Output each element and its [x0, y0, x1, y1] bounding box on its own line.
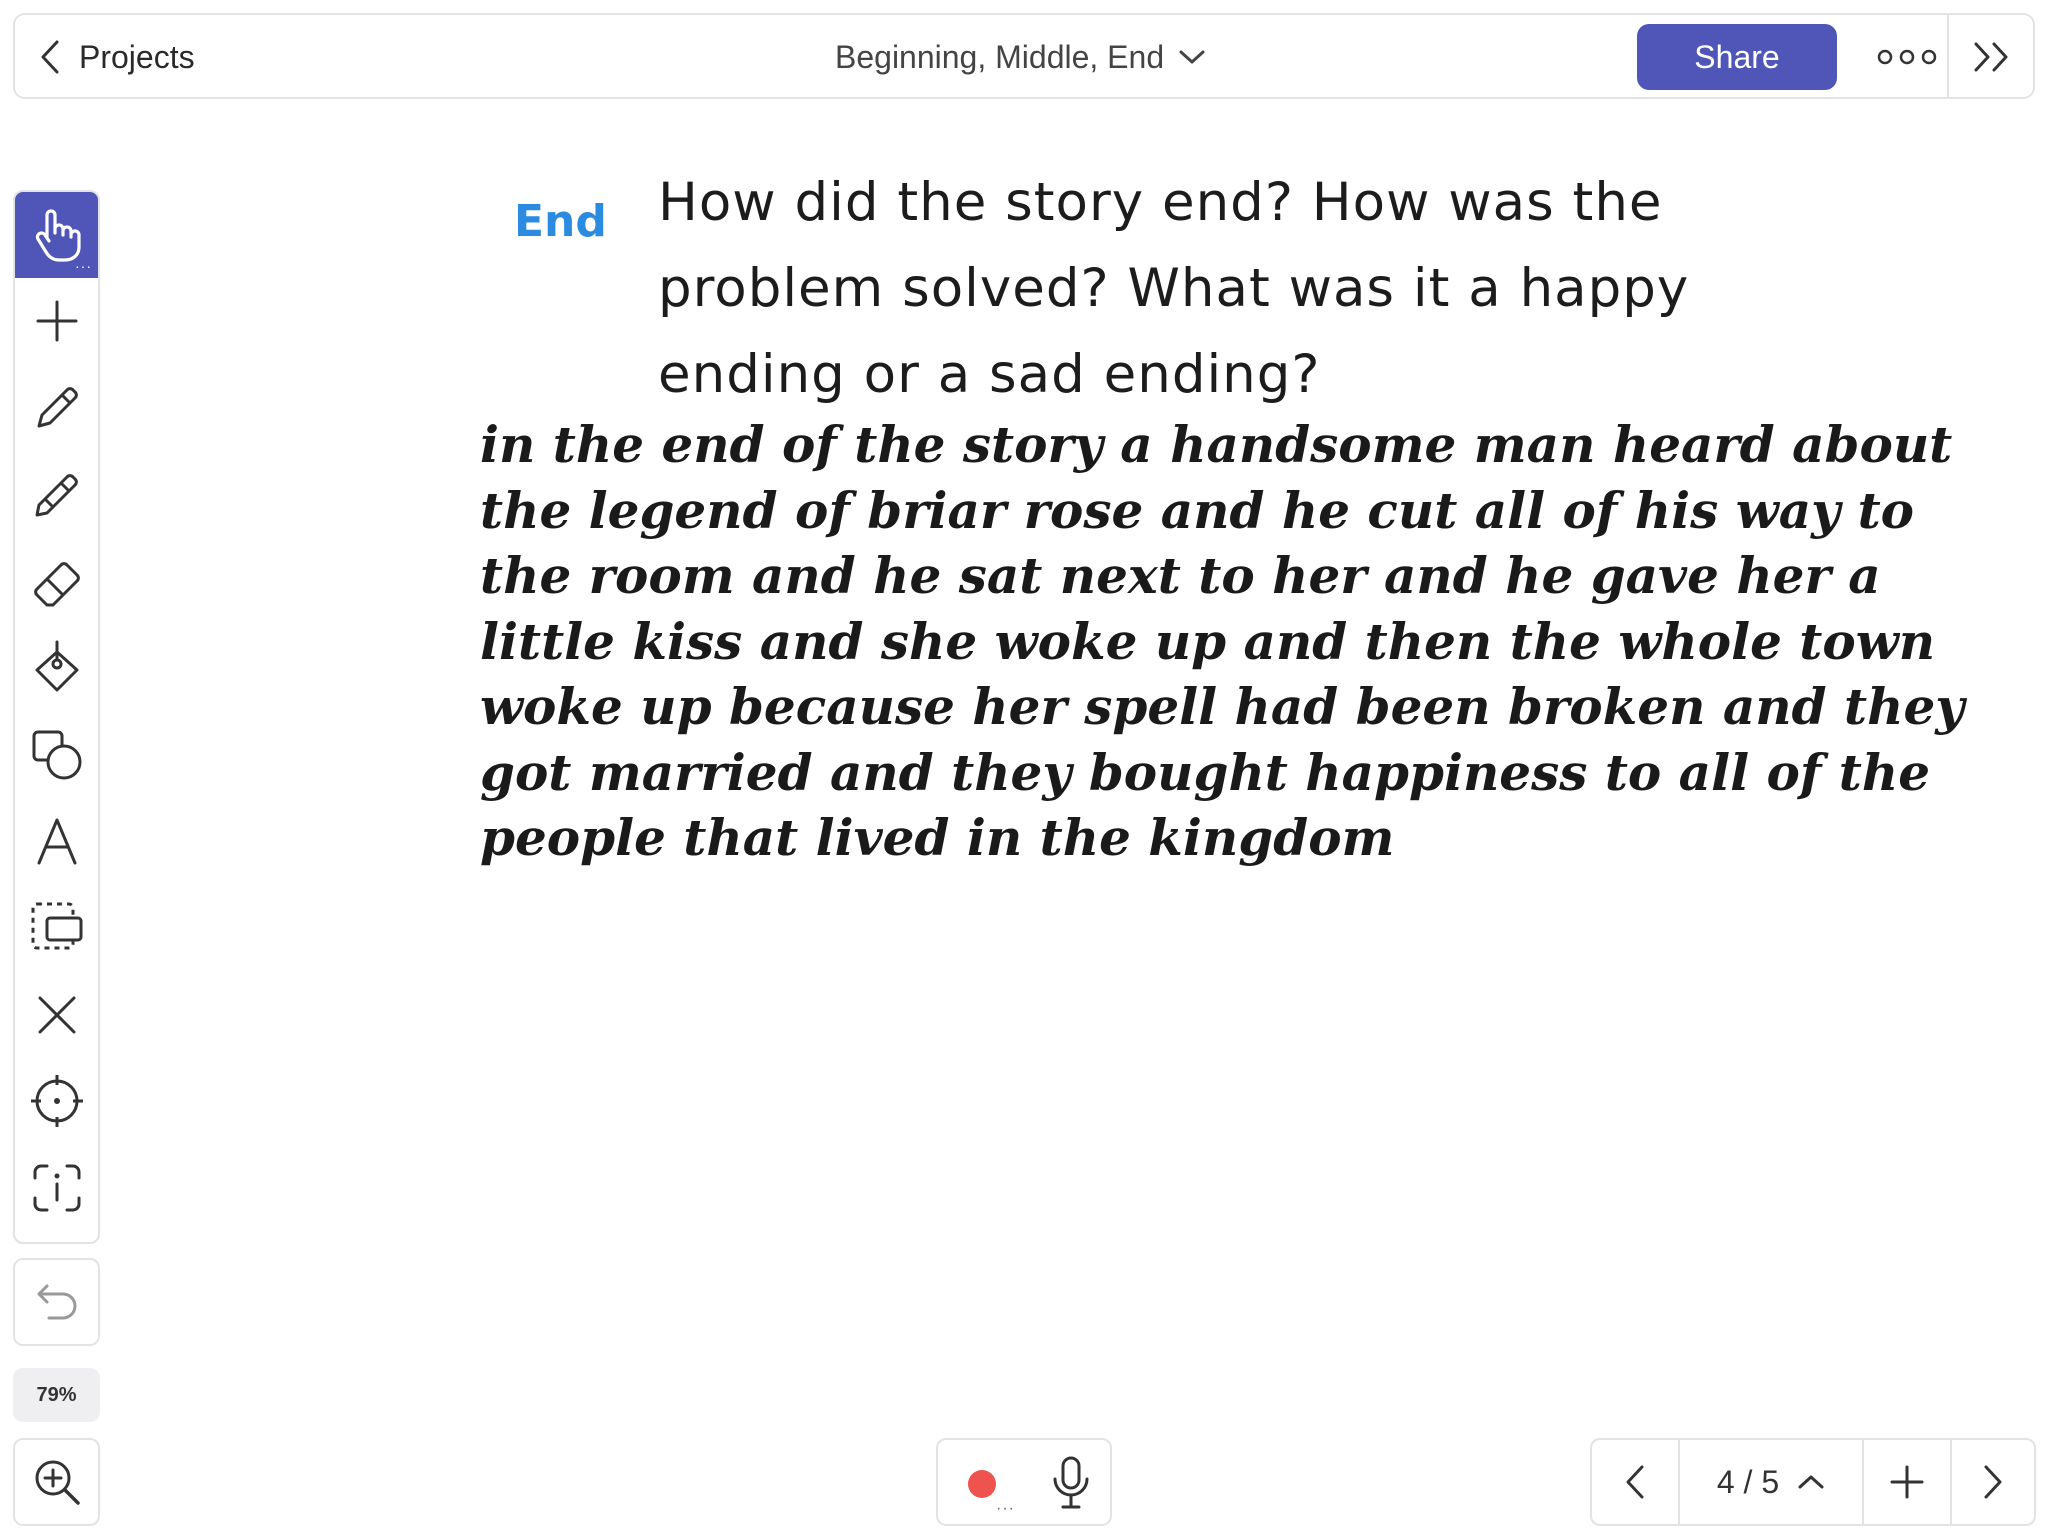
- microphone-button[interactable]: [1046, 1450, 1096, 1516]
- zoom-in-button[interactable]: [13, 1438, 100, 1526]
- recorder-options-dots[interactable]: ···: [996, 1500, 1015, 1518]
- response-line: in the end of the story a handsome man h…: [480, 415, 1953, 474]
- tool-options-dots: ···: [75, 258, 92, 274]
- marker-icon: [35, 474, 78, 517]
- select-tool-button[interactable]: [15, 885, 98, 971]
- response-line: the room and he sat next to her and he g…: [480, 546, 1881, 605]
- zoom-in-icon: [35, 1460, 80, 1505]
- info-tool-button[interactable]: [15, 1145, 98, 1231]
- project-title-dropdown[interactable]: Beginning, Middle, End: [835, 15, 1206, 99]
- next-page-button[interactable]: [1952, 1440, 2034, 1524]
- more-dots-icon: [1877, 49, 1937, 65]
- info-icon: [33, 1164, 80, 1212]
- chevron-down-icon: [1179, 50, 1205, 64]
- chevron-left-icon: [41, 40, 59, 74]
- response-line: the legend of briar rose and he cut all …: [480, 480, 1915, 540]
- prompt-line: problem solved? What was it a happy: [658, 258, 1690, 319]
- response-line: little kiss and she woke up and then the…: [480, 611, 1936, 671]
- lasso-select-icon: [31, 902, 82, 950]
- zoom-level-indicator[interactable]: 79%: [13, 1368, 100, 1422]
- fill-tool-button[interactable]: [15, 625, 98, 711]
- shapes-icon: [32, 730, 81, 780]
- text-icon: [37, 818, 76, 865]
- response-line: woke up because her spell had been broke…: [480, 677, 1965, 736]
- tool-palette: ···: [13, 190, 100, 1244]
- plus-icon: [36, 300, 77, 342]
- undo-button[interactable]: [13, 1258, 100, 1346]
- previous-page-button[interactable]: [1592, 1440, 1678, 1524]
- question-prompt: How did the story end? How was the probl…: [658, 160, 1758, 418]
- more-options-button[interactable]: [1867, 15, 1947, 99]
- prompt-line: How did the story end? How was the: [658, 172, 1663, 233]
- pencil-icon: [37, 387, 78, 428]
- add-tool-button[interactable]: [15, 278, 98, 364]
- share-button[interactable]: Share: [1637, 24, 1837, 90]
- back-label: Projects: [79, 38, 195, 75]
- response-line: people that lived in the kingdom: [480, 808, 1395, 867]
- marker-tool-button[interactable]: [15, 452, 98, 538]
- close-icon: [38, 996, 75, 1034]
- delete-tool-button[interactable]: [15, 972, 98, 1058]
- prompt-line: ending or a sad ending?: [658, 344, 1321, 405]
- chevron-left-icon: [1626, 1465, 1644, 1499]
- microphone-icon: [1053, 1456, 1089, 1509]
- collapse-panel-button[interactable]: [1949, 15, 2035, 99]
- undo-icon: [37, 1284, 76, 1320]
- plus-icon: [1890, 1465, 1924, 1499]
- project-title: Beginning, Middle, End: [835, 38, 1165, 75]
- page-navigator: 4 / 5: [1590, 1438, 2036, 1526]
- page-list-button[interactable]: 4 / 5: [1680, 1440, 1862, 1524]
- response-line: got married and they bought happiness to…: [480, 742, 1930, 802]
- eraser-icon: [33, 562, 80, 607]
- top-bar: Projects Beginning, Middle, End Share: [13, 13, 2035, 99]
- add-page-button[interactable]: [1864, 1440, 1950, 1524]
- audio-recorder: ···: [936, 1438, 1112, 1526]
- hand-pointer-icon: [35, 209, 81, 262]
- double-chevron-right-icon: [1974, 42, 2008, 72]
- eraser-tool-button[interactable]: [15, 538, 98, 624]
- back-to-projects-button[interactable]: Projects: [39, 15, 195, 99]
- crosshair-icon: [30, 1075, 83, 1127]
- chevron-right-icon: [1984, 1465, 2002, 1499]
- pen-tool-button[interactable]: [15, 365, 98, 451]
- handwritten-response[interactable]: in the end of the story a handsome man h…: [480, 412, 1965, 871]
- section-label: End: [514, 196, 607, 247]
- hand-tool-button[interactable]: ···: [15, 192, 98, 278]
- text-tool-button[interactable]: [15, 798, 98, 884]
- chevron-up-icon: [1798, 1475, 1824, 1489]
- shapes-tool-button[interactable]: [15, 712, 98, 798]
- page-indicator: 4 / 5: [1716, 1463, 1780, 1500]
- laser-pointer-tool-button[interactable]: [15, 1058, 98, 1144]
- paint-bucket-icon: [35, 640, 78, 692]
- record-button[interactable]: [968, 1470, 996, 1498]
